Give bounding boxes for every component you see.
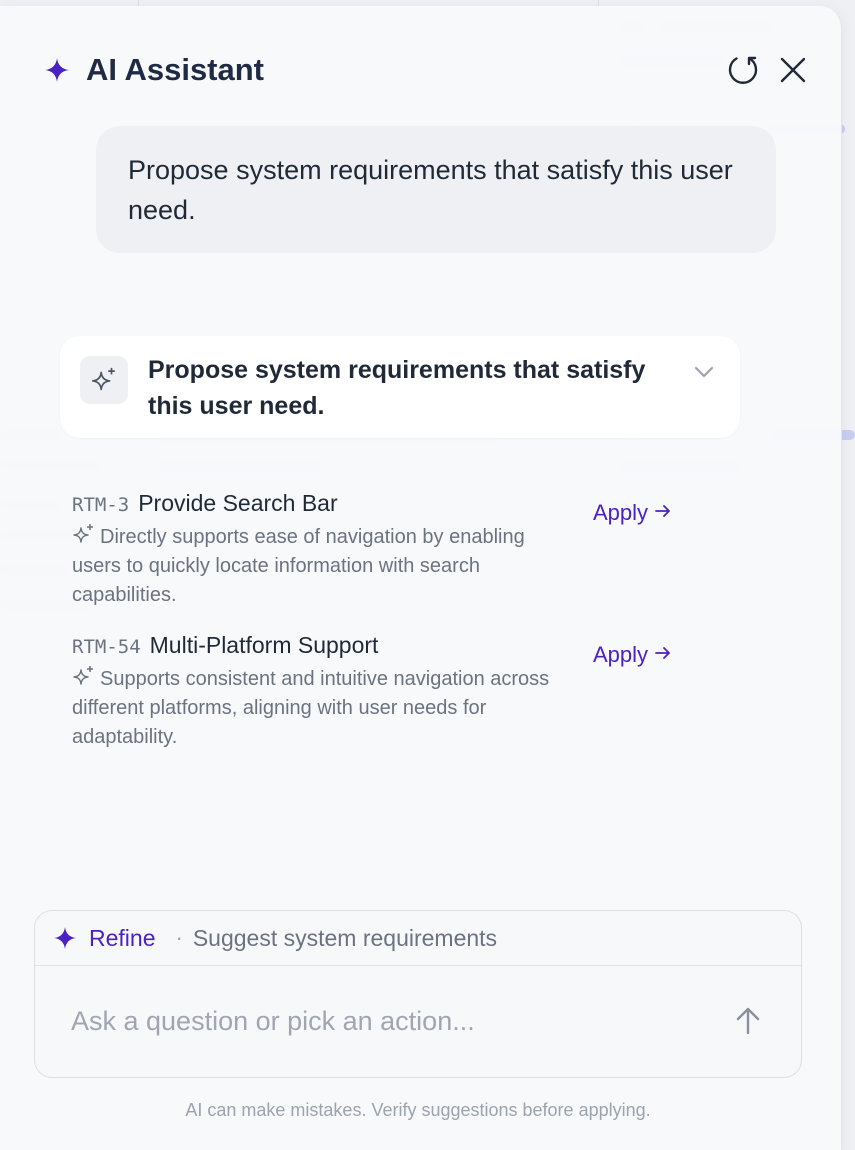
requirement-id: RTM-54 [72,636,141,658]
ai-sparkles-icon [72,523,96,545]
chat-composer: Refine · Suggest system requirements [34,910,802,1078]
apply-label: Apply [593,642,649,667]
suggestion-rationale: Directly supports ease of navigation by … [72,523,572,610]
suggestion-item: RTM-54 Multi-Platform Support Supports c… [72,632,772,752]
separator-dot: · [175,925,183,950]
ai-sparkles-icon [80,356,128,404]
ai-assistant-panel: AI Assistant Propose system requirements… [0,6,842,1150]
user-message: Propose system requirements that satisfy… [96,126,776,253]
context-bar: Refine · Suggest system requirements [35,911,801,966]
context-label: Suggest system requirements [192,924,498,951]
arrow-right-icon [654,500,672,526]
response-card[interactable]: Propose system requirements that satisfy… [60,336,740,438]
send-arrow-icon[interactable] [733,1004,763,1038]
panel-title: AI Assistant [86,52,265,87]
disclaimer-text: AI can make mistakes. Verify suggestions… [185,1100,651,1120]
refine-action[interactable]: Refine [89,925,155,952]
suggestion-item: RTM-3 Provide Search Bar Directly suppor… [72,490,772,610]
apply-button[interactable]: Apply [593,500,672,526]
arrow-right-icon [654,642,672,668]
sparkle-icon [53,926,77,950]
refresh-icon[interactable] [725,52,761,88]
apply-button[interactable]: Apply [593,642,672,668]
sparkle-icon [44,57,70,83]
requirement-title: Multi-Platform Support [149,632,379,658]
input-area [35,966,801,1077]
requirement-title: Provide Search Bar [138,490,338,516]
suggestion-rationale: Supports consistent and intuitive naviga… [72,665,572,752]
suggestion-description: Directly supports ease of navigation by … [72,526,525,606]
apply-label: Apply [593,500,649,525]
response-title: Propose system requirements that satisfy… [148,356,646,420]
header-actions [725,52,811,88]
close-icon[interactable] [775,52,811,88]
requirement-id: RTM-3 [72,494,130,516]
chevron-down-icon[interactable] [692,360,716,384]
chat-input[interactable] [71,996,691,1046]
suggestion-description: Supports consistent and intuitive naviga… [72,668,550,748]
ai-sparkles-icon [72,665,96,687]
panel-header: AI Assistant [44,50,811,90]
